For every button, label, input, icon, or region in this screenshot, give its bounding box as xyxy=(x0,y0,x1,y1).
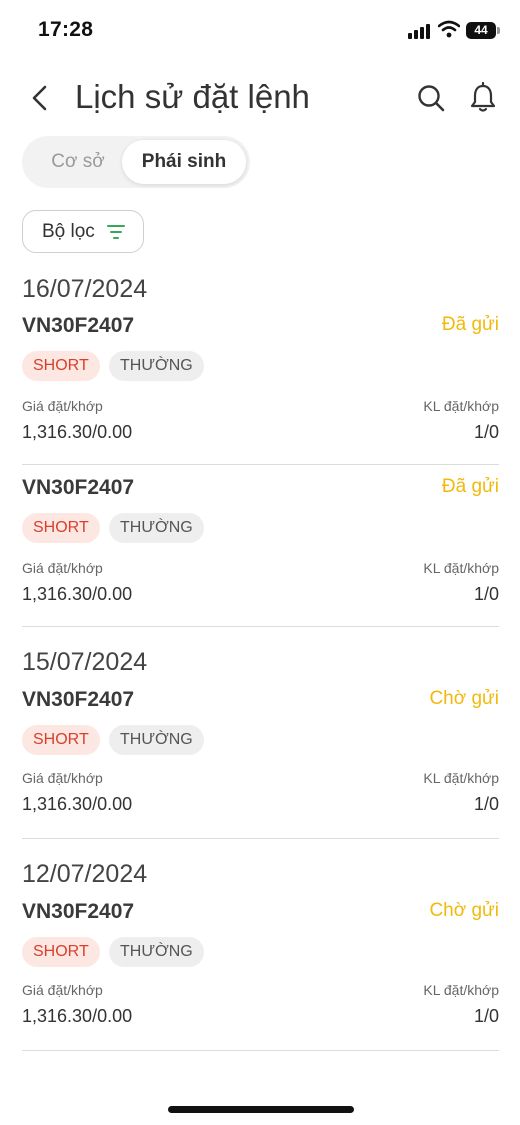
order-type-tag: THƯỜNG xyxy=(109,937,204,967)
cellular-signal-icon xyxy=(408,23,432,39)
back-arrow-icon[interactable] xyxy=(22,80,58,116)
filter-button[interactable]: Bộ lọc xyxy=(22,210,144,253)
status-time: 17:28 xyxy=(38,18,94,41)
price-label: Giá đặt/khớp xyxy=(22,982,103,998)
order-type-tag: THƯỜNG xyxy=(109,725,204,755)
order-item[interactable]: VN30F2407 Đã gửi SHORT THƯỜNG Giá đặt/kh… xyxy=(22,476,499,627)
price-value: 1,316.30/0.00 xyxy=(22,422,133,442)
quantity-label: KL đặt/khớp xyxy=(423,560,499,576)
order-symbol: VN30F2407 xyxy=(22,314,135,337)
date-header: 16/07/2024 xyxy=(22,275,148,303)
wifi-icon xyxy=(438,20,460,38)
status-bar: 17:28 44 xyxy=(0,0,520,60)
order-symbol: VN30F2407 xyxy=(22,688,135,711)
quantity-value: 1/0 xyxy=(473,422,499,442)
order-status: Đã gửi xyxy=(441,314,499,335)
order-status: Chờ gửi xyxy=(429,688,499,709)
side-tag: SHORT xyxy=(22,351,100,381)
price-value: 1,316.30/0.00 xyxy=(22,584,133,604)
tab-co-so[interactable]: Cơ sở xyxy=(28,140,128,184)
side-tag: SHORT xyxy=(22,725,100,755)
tab-phai-sinh[interactable]: Phái sinh xyxy=(122,140,246,184)
header: Lịch sử đặt lệnh xyxy=(0,70,520,126)
filter-icon xyxy=(107,225,125,239)
battery-icon: 44 xyxy=(466,22,500,39)
market-tabs: Cơ sở Phái sinh xyxy=(22,136,250,188)
side-tag: SHORT xyxy=(22,937,100,967)
quantity-label: KL đặt/khớp xyxy=(423,398,499,414)
bell-icon[interactable] xyxy=(466,81,500,115)
date-header: 15/07/2024 xyxy=(22,648,148,676)
quantity-label: KL đặt/khớp xyxy=(423,770,499,786)
quantity-value: 1/0 xyxy=(473,584,499,604)
filter-label: Bộ lọc xyxy=(42,221,95,242)
price-label: Giá đặt/khớp xyxy=(22,560,103,576)
order-type-tag: THƯỜNG xyxy=(109,351,204,381)
order-status: Chờ gửi xyxy=(429,900,499,921)
price-label: Giá đặt/khớp xyxy=(22,398,103,414)
battery-level: 44 xyxy=(466,22,496,39)
order-symbol: VN30F2407 xyxy=(22,476,135,499)
order-item[interactable]: VN30F2407 Chờ gửi SHORT THƯỜNG Giá đặt/k… xyxy=(22,688,499,839)
order-status: Đã gửi xyxy=(441,476,499,497)
price-label: Giá đặt/khớp xyxy=(22,770,103,786)
order-item[interactable]: VN30F2407 Đã gửi SHORT THƯỜNG Giá đặt/kh… xyxy=(22,314,499,465)
quantity-value: 1/0 xyxy=(473,1006,499,1026)
order-symbol: VN30F2407 xyxy=(22,900,135,923)
quantity-value: 1/0 xyxy=(473,794,499,814)
price-value: 1,316.30/0.00 xyxy=(22,1006,133,1026)
order-type-tag: THƯỜNG xyxy=(109,513,204,543)
side-tag: SHORT xyxy=(22,513,100,543)
search-icon[interactable] xyxy=(414,81,448,115)
quantity-label: KL đặt/khớp xyxy=(423,982,499,998)
price-value: 1,316.30/0.00 xyxy=(22,794,133,814)
page-title: Lịch sử đặt lệnh xyxy=(75,78,310,115)
order-item[interactable]: VN30F2407 Chờ gửi SHORT THƯỜNG Giá đặt/k… xyxy=(22,900,499,1051)
home-indicator[interactable] xyxy=(168,1106,354,1113)
date-header: 12/07/2024 xyxy=(22,860,148,888)
